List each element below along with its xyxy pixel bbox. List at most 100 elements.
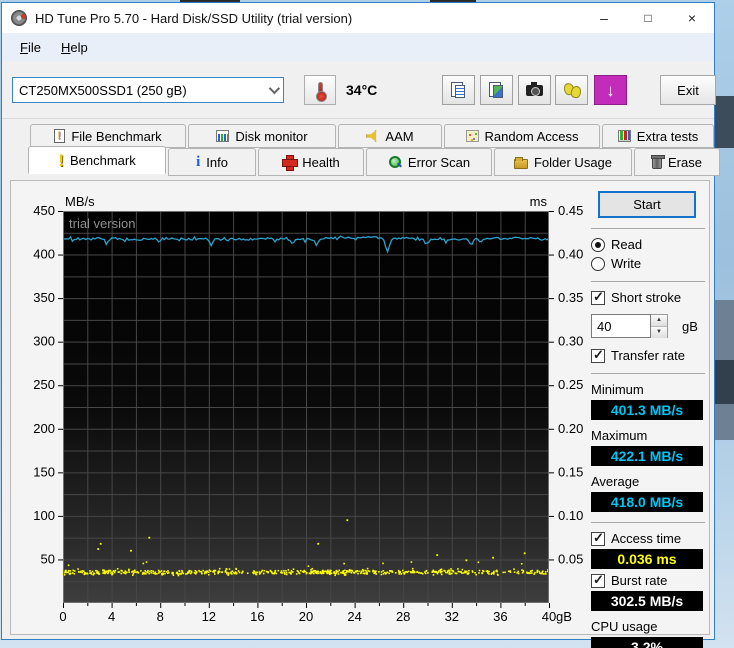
x-axis-tick-label: 24 — [347, 609, 361, 624]
exit-button[interactable]: Exit — [660, 75, 716, 105]
average-value: 418.0 MB/s — [591, 492, 703, 512]
average-label: Average — [591, 474, 640, 489]
minimize-button[interactable]: – — [582, 3, 626, 33]
short-stroke-size-input[interactable]: 40 — [591, 314, 651, 338]
tab-health[interactable]: Health — [258, 148, 364, 176]
access-time-label: Access time — [611, 531, 682, 546]
separator — [591, 228, 705, 229]
y-right-tick-label: 0.15 — [558, 464, 583, 479]
background-window-fragment — [715, 96, 734, 148]
gb-unit-label: gB — [682, 318, 698, 334]
app-window: HD Tune Pro 5.70 - Hard Disk/SSD Utility… — [1, 2, 720, 648]
write-label: Write — [611, 256, 642, 271]
burst-rate-label: Burst rate — [611, 573, 668, 588]
toolbar: CT250MX500SSD1 (250 gB) 34°C ↓ Exit — [2, 61, 716, 119]
transfer-rate-label: Transfer rate — [611, 348, 685, 363]
x-axis-tick-label: 8 — [157, 609, 164, 624]
tab-aam[interactable]: AAM — [338, 124, 442, 148]
x-axis-tick-label: 36 — [493, 609, 507, 624]
cpu-usage-value: 3.2% — [591, 637, 703, 648]
health-icon — [282, 155, 299, 171]
y-left-tick-label: 350 — [33, 290, 55, 305]
start-button[interactable]: Start — [598, 191, 696, 218]
tab-file-benchmark[interactable]: ! File Benchmark — [30, 124, 186, 148]
copy-text-button[interactable] — [442, 75, 475, 105]
spinner-control: ▲ ▼ — [651, 314, 668, 338]
trash-icon — [651, 155, 666, 169]
app-icon — [11, 10, 27, 26]
short-stroke-checkbox[interactable]: ✓ — [591, 289, 605, 305]
read-radio-row[interactable]: Read — [591, 237, 705, 252]
burst-rate-checkbox[interactable]: ✓ — [591, 572, 605, 588]
y-right-tick-label: 0.40 — [558, 247, 583, 262]
menu-file[interactable]: File — [10, 36, 51, 59]
x-axis-tick-label: 0 — [59, 609, 66, 624]
tab-disk-monitor[interactable]: Disk monitor — [188, 124, 336, 148]
y-right-tick-label: 0.05 — [558, 551, 583, 566]
write-radio-row[interactable]: Write — [591, 256, 705, 271]
tab-erase[interactable]: Erase — [634, 148, 720, 176]
menu-bar: File Help — [2, 33, 714, 61]
copy-image-icon — [488, 82, 505, 98]
disk-monitor-icon — [216, 130, 230, 142]
burst-rate-row[interactable]: ✓ Burst rate — [591, 572, 705, 588]
spin-down-button[interactable]: ▼ — [651, 327, 667, 338]
tab-error-scan[interactable]: Error Scan — [366, 148, 492, 176]
chevron-down-icon — [268, 82, 281, 95]
benchmark-options-panel: Start Read Write ✓ Short stroke 40 ▲ ▼ g… — [591, 189, 705, 648]
copy-text-icon — [450, 82, 467, 98]
short-stroke-row[interactable]: ✓ Short stroke — [591, 289, 705, 305]
tab-folder-usage[interactable]: Folder Usage — [494, 148, 632, 176]
y-right-tick-label: 0.30 — [558, 334, 583, 349]
access-time-row[interactable]: ✓ Access time — [591, 530, 705, 546]
short-stroke-label: Short stroke — [611, 290, 682, 305]
title-bar: HD Tune Pro 5.70 - Hard Disk/SSD Utility… — [2, 3, 714, 33]
read-radio[interactable] — [591, 237, 605, 252]
footprints-button[interactable] — [555, 75, 588, 105]
transfer-rate-row[interactable]: ✓ Transfer rate — [591, 347, 705, 363]
access-time-checkbox[interactable]: ✓ — [591, 530, 605, 546]
read-label: Read — [611, 237, 643, 252]
spin-up-button[interactable]: ▲ — [651, 315, 667, 327]
info-icon: i — [196, 153, 201, 170]
drive-select-dropdown[interactable]: CT250MX500SSD1 (250 gB) — [12, 77, 284, 103]
tab-extra-tests[interactable]: Extra tests — [602, 124, 714, 148]
y-left-tick-label: 450 — [33, 203, 55, 218]
benchmark-tab-content: 450 400 350 300 250 200 150 100 50 0.45 0.40 0.35 0.… — [10, 180, 710, 648]
separator — [591, 373, 705, 374]
tab-info[interactable]: i Info — [168, 148, 256, 176]
y-left-tick-label: 250 — [33, 377, 55, 392]
temperature-value: 34°C — [346, 82, 378, 98]
y-left-tick-label: 300 — [33, 334, 55, 349]
minimum-value: 401.3 MB/s — [591, 400, 703, 420]
tab-benchmark[interactable]: ! Benchmark — [28, 146, 166, 174]
x-axis-tick-label: 20 — [299, 609, 313, 624]
screenshot-button[interactable] — [518, 75, 551, 105]
x-axis-tick-label: 32 — [445, 609, 459, 624]
separator — [591, 522, 705, 523]
maximum-label: Maximum — [591, 428, 648, 443]
close-button[interactable]: × — [670, 3, 714, 33]
write-radio[interactable] — [591, 256, 605, 271]
y-left-tick-label: 100 — [33, 508, 55, 523]
menu-help[interactable]: Help — [51, 36, 98, 59]
error-scan-icon — [388, 155, 402, 169]
maximum-value: 422.1 MB/s — [591, 446, 703, 466]
y-left-axis-title: MB/s — [65, 194, 95, 209]
maximize-button[interactable]: □ — [626, 3, 670, 33]
x-axis-tick-label: 4 — [108, 609, 115, 624]
y-left-tick-label: 150 — [33, 464, 55, 479]
transfer-rate-checkbox[interactable]: ✓ — [591, 347, 605, 363]
x-axis-tick-label: 28 — [396, 609, 410, 624]
download-button[interactable]: ↓ — [594, 75, 627, 105]
copy-image-button[interactable] — [480, 75, 513, 105]
y-right-axis-title: ms — [530, 194, 548, 209]
camera-icon — [526, 81, 543, 96]
separator — [591, 281, 705, 282]
temperature-button[interactable] — [304, 75, 336, 105]
tab-random-access[interactable]: Random Access — [444, 124, 600, 148]
y-right-tick-label: 0.25 — [558, 377, 583, 392]
tab-strip: ! File Benchmark Disk monitor AAM Random… — [2, 119, 720, 180]
y-left-tick-label: 50 — [41, 551, 55, 566]
y-right-tick-label: 0.20 — [558, 421, 583, 436]
